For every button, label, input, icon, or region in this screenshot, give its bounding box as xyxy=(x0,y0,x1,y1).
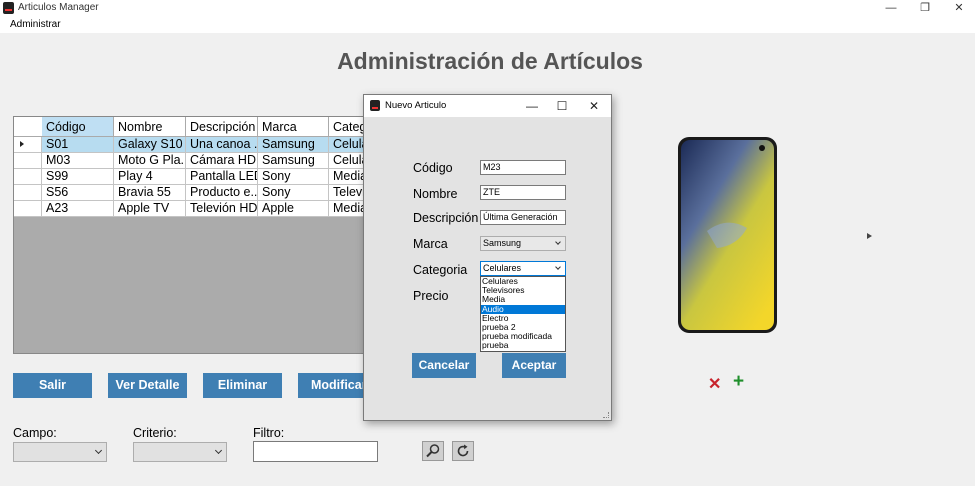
cell-codigo: S99 xyxy=(42,169,114,185)
cancelar-button[interactable]: Cancelar xyxy=(412,353,476,378)
cell-codigo: A23 xyxy=(42,201,114,217)
dialog-app-icon xyxy=(370,100,380,111)
close-button[interactable]: ✕ xyxy=(944,0,974,17)
cell-descripcion: Una canoa ... xyxy=(186,137,258,153)
cell-descripcion: Televión HD xyxy=(186,201,258,217)
cell-nombre: Galaxy S10 xyxy=(114,137,186,153)
categoria-select[interactable]: Celulares xyxy=(480,261,566,276)
dialog-minimize-button[interactable]: — xyxy=(520,97,544,115)
codigo-input[interactable]: M23 xyxy=(480,160,566,175)
title-bar: Articulos Manager — ❐ ✕ xyxy=(0,0,975,17)
nombre-label: Nombre xyxy=(413,187,458,201)
chevron-down-icon xyxy=(555,239,561,245)
table-row[interactable]: S56 Bravia 55 Producto e... Sony Televis xyxy=(14,185,367,201)
dialog-close-button[interactable]: ✕ xyxy=(582,97,606,115)
row-selector-icon xyxy=(14,137,42,153)
filtro-label: Filtro: xyxy=(253,426,285,440)
articles-grid[interactable]: Código Nombre Descripción Marca Categ S0… xyxy=(13,116,368,354)
column-header-marca[interactable]: Marca xyxy=(258,117,329,137)
cell-codigo: M03 xyxy=(42,153,114,169)
delete-image-icon[interactable]: ✕ xyxy=(708,374,721,394)
row-selector xyxy=(14,185,42,201)
cell-marca: Sony xyxy=(258,169,329,185)
cell-nombre: Moto G Pla... xyxy=(114,153,186,169)
minimize-button[interactable]: — xyxy=(876,0,906,17)
product-image xyxy=(678,137,777,333)
criterio-select[interactable] xyxy=(133,442,227,462)
categoria-label: Categoria xyxy=(413,263,468,277)
descripcion-input[interactable]: Última Generación xyxy=(480,210,566,225)
dialog-title: Nuevo Articulo xyxy=(385,100,447,111)
row-selector xyxy=(14,153,42,169)
table-row[interactable]: S99 Play 4 Pantalla LED Sony Media xyxy=(14,169,367,185)
row-selector xyxy=(14,201,42,217)
table-row[interactable]: M03 Moto G Pla... Cámara HD Samsung Celu… xyxy=(14,153,367,169)
grid-header: Código Nombre Descripción Marca Categ xyxy=(14,117,367,137)
codigo-label: Código xyxy=(413,161,453,175)
cell-marca: Sony xyxy=(258,185,329,201)
cell-nombre: Bravia 55 xyxy=(114,185,186,201)
campo-select[interactable] xyxy=(13,442,107,462)
cell-nombre: Play 4 xyxy=(114,169,186,185)
search-button[interactable] xyxy=(422,441,444,461)
refresh-icon xyxy=(457,444,469,457)
restore-button[interactable]: ❐ xyxy=(910,0,940,17)
add-image-icon[interactable]: + xyxy=(733,371,744,393)
salir-button[interactable]: Salir xyxy=(13,373,92,398)
dropdown-option[interactable]: prueba xyxy=(481,341,565,350)
page-title: Administración de Artículos xyxy=(337,48,643,74)
cell-codigo: S01 xyxy=(42,137,114,153)
cell-marca: Samsung xyxy=(258,153,329,169)
dialog-maximize-button[interactable]: ☐ xyxy=(550,97,574,115)
menu-administrar[interactable]: Administrar xyxy=(10,19,61,30)
nuevo-articulo-dialog: Nuevo Articulo — ☐ ✕ Código M23 Nombre Z… xyxy=(363,94,612,421)
precio-label: Precio xyxy=(413,289,449,303)
cell-descripcion: Producto e... xyxy=(186,185,258,201)
row-selector xyxy=(14,169,42,185)
aceptar-button[interactable]: Aceptar xyxy=(502,353,566,378)
cell-codigo: S56 xyxy=(42,185,114,201)
ver-detalle-button[interactable]: Ver Detalle xyxy=(108,373,187,398)
search-icon xyxy=(426,444,440,458)
campo-label: Campo: xyxy=(13,426,57,440)
descripcion-label: Descripción xyxy=(413,211,479,225)
table-row[interactable]: S01 Galaxy S10 Una canoa ... Samsung Cel… xyxy=(14,137,367,153)
nombre-input[interactable]: ZTE xyxy=(480,185,566,200)
menu-bar: Administrar xyxy=(0,17,975,33)
marca-select[interactable]: Samsung xyxy=(480,236,566,251)
marca-value: Samsung xyxy=(483,238,522,248)
categoria-dropdown-list: Celulares Televisores Media Audio Electr… xyxy=(480,276,566,352)
cell-marca: Samsung xyxy=(258,137,329,153)
chevron-down-icon xyxy=(94,446,103,455)
eliminar-button[interactable]: Eliminar xyxy=(203,373,282,398)
column-header-descripcion[interactable]: Descripción xyxy=(186,117,258,137)
cell-marca: Apple xyxy=(258,201,329,217)
marca-label: Marca xyxy=(413,237,448,251)
next-image-icon[interactable] xyxy=(867,233,872,239)
filtro-input[interactable] xyxy=(253,441,378,462)
table-row[interactable]: A23 Apple TV Televión HD Apple Media xyxy=(14,201,367,217)
criterio-label: Criterio: xyxy=(133,426,177,440)
column-header-nombre[interactable]: Nombre xyxy=(114,117,186,137)
resize-grip-icon[interactable] xyxy=(603,412,609,418)
grid-corner xyxy=(14,117,43,137)
cell-descripcion: Pantalla LED xyxy=(186,169,258,185)
cell-nombre: Apple TV xyxy=(114,201,186,217)
chevron-down-icon xyxy=(214,446,223,455)
window-title: Articulos Manager xyxy=(18,2,99,13)
categoria-value: Celulares xyxy=(483,263,522,273)
app-icon xyxy=(3,2,14,14)
modificar-button[interactable]: Modificar xyxy=(298,373,368,398)
dialog-title-bar: Nuevo Articulo — ☐ ✕ xyxy=(364,95,611,117)
column-header-codigo[interactable]: Código xyxy=(42,117,114,137)
refresh-button[interactable] xyxy=(452,441,474,461)
chevron-down-icon xyxy=(555,264,561,270)
cell-descripcion: Cámara HD xyxy=(186,153,258,169)
